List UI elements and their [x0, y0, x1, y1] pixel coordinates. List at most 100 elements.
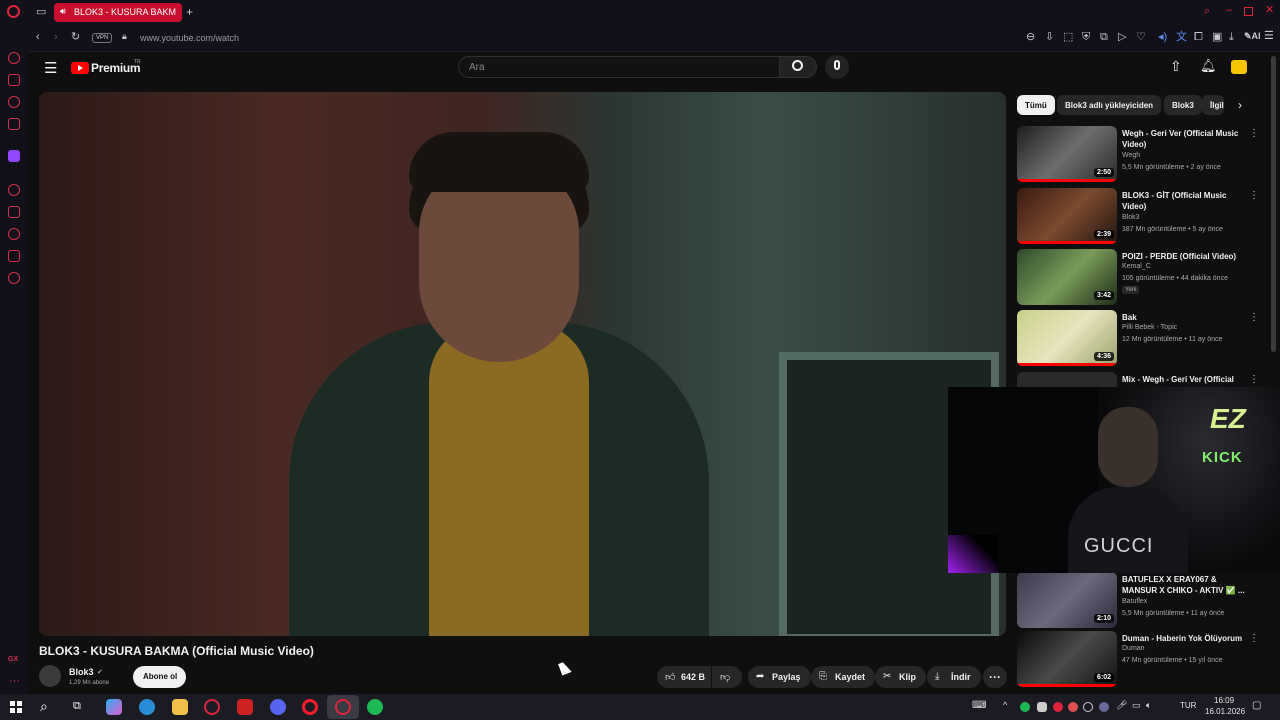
volume-icon[interactable]: 🔈︎ [1146, 700, 1151, 711]
heart-icon[interactable]: ♡ [1136, 32, 1146, 43]
tray-discord-icon[interactable] [1037, 702, 1047, 712]
file-explorer-icon[interactable] [172, 699, 188, 715]
rec-menu-icon[interactable]: ⋮ [1249, 128, 1259, 139]
save-button[interactable]: ⎘ Kaydet [811, 666, 876, 688]
rec-item[interactable]: 3:42 POIZI - PERDE (Official Video) Kema… [1017, 249, 1267, 307]
opera-gx-icon[interactable] [204, 699, 220, 715]
snapshot-icon[interactable]: ⬚ [1063, 32, 1073, 43]
play-icon[interactable]: ▷ [1118, 32, 1126, 43]
bookmark-icon[interactable]: ⧉ [1100, 32, 1108, 43]
speaker-icon[interactable]: 🔊︎ [60, 6, 66, 17]
history-icon[interactable] [8, 228, 20, 240]
aria-icon[interactable] [8, 52, 20, 64]
clip-button[interactable]: ✂ Klip [875, 666, 926, 688]
opera-gx-active-app[interactable] [327, 695, 359, 719]
rec-item[interactable]: 4:36 Bak Pilli Bebek - Topic 12 Mn görün… [1017, 310, 1267, 368]
rec-item[interactable]: 2:50 Wegh - Geri Ver (Official Music Vid… [1017, 126, 1267, 184]
rec-item[interactable]: 2:10 BATUFLEX X ERAY067 & MANSUR X CHIKO… [1017, 572, 1267, 630]
clock-time[interactable]: 16:09 [1214, 696, 1234, 705]
pin-icon[interactable]: ⇩ [1045, 32, 1054, 43]
new-tab-button[interactable]: + [186, 5, 193, 19]
maximize-icon[interactable] [1244, 7, 1253, 16]
vpn-badge[interactable]: VPN [92, 33, 113, 43]
tray-app-icon[interactable] [1083, 702, 1093, 712]
tray-chevron-icon[interactable]: ^ [1003, 700, 1007, 710]
rec-menu-icon[interactable]: ⋮ [1249, 190, 1259, 201]
extensions-puzzle-icon[interactable]: ⧠ [1194, 32, 1203, 43]
rec-menu-icon[interactable]: ⋮ [1249, 374, 1259, 385]
tab-active[interactable]: 🔊︎ BLOK3 - KUSURA BAKM [54, 3, 182, 22]
more-actions-button[interactable]: ··· [983, 666, 1007, 688]
voicemeeter-icon[interactable] [237, 699, 253, 715]
hamburger-icon[interactable]: ☰ [44, 59, 57, 77]
spotify-icon[interactable] [367, 699, 383, 715]
network-icon[interactable]: ▭ [1132, 700, 1141, 711]
keyboard-icon[interactable]: ⌨ [972, 700, 986, 711]
tray-app-icon[interactable] [1099, 702, 1109, 712]
menu-icon[interactable]: ☰ [1264, 31, 1274, 42]
search-button[interactable] [779, 56, 817, 78]
extensions-icon[interactable] [8, 250, 20, 262]
wallet-icon[interactable]: ▣ [1212, 32, 1222, 43]
copilot-icon[interactable] [106, 699, 122, 715]
mic-tray-icon[interactable]: 🎤︎ [1116, 700, 1127, 711]
twitch-icon[interactable] [8, 150, 20, 162]
bell-icon[interactable]: 🔔︎ [1200, 58, 1217, 74]
clock-date[interactable]: 16.01.2026 [1205, 707, 1245, 716]
messenger-icon[interactable] [8, 96, 20, 108]
chip-related[interactable]: İlgili [1202, 95, 1224, 115]
shield-icon[interactable]: ⛨ [1082, 32, 1090, 43]
scrollbar[interactable] [1271, 56, 1276, 352]
chip-all[interactable]: Tümü [1017, 95, 1055, 115]
chip-blok3[interactable]: Blok3 [1164, 95, 1202, 115]
rec-menu-icon[interactable]: ⋮ [1249, 633, 1259, 644]
avatar[interactable] [1231, 60, 1247, 74]
tray-app-icon[interactable] [1068, 702, 1078, 712]
translate-icon[interactable]: 文 [1176, 32, 1187, 43]
task-view-icon[interactable]: ⧉ [73, 700, 81, 713]
tray-spotify-icon[interactable] [1020, 702, 1030, 712]
download-button[interactable]: ⤓ İndir [927, 666, 981, 688]
url-field[interactable]: www.youtube.com/watch [140, 33, 239, 43]
voice-search-button[interactable] [825, 55, 849, 79]
tray-app-icon[interactable] [1053, 702, 1063, 712]
settings-icon[interactable] [8, 272, 20, 284]
rec-item[interactable]: 2:39 BLOK3 - GİT (Official Music Video) … [1017, 188, 1267, 246]
forward-icon[interactable]: › [54, 32, 58, 43]
gmail-icon[interactable] [8, 118, 20, 130]
search-tabs-icon[interactable]: ⌕ [1204, 6, 1210, 17]
dislike-button[interactable]: 👎︎ [712, 666, 742, 688]
channel-avatar[interactable] [39, 665, 61, 687]
search-input[interactable]: Ara [458, 56, 780, 78]
more-icon[interactable]: ··· [9, 676, 20, 687]
notification-icon[interactable]: ▢ [1252, 700, 1261, 711]
chevron-right-icon[interactable]: › [1238, 98, 1242, 112]
opera-icon[interactable] [302, 699, 318, 715]
language-indicator[interactable]: TUR [1180, 701, 1196, 710]
gx-icon[interactable]: GX [8, 656, 18, 663]
back-icon[interactable]: ‹ [36, 32, 40, 43]
minimize-icon[interactable]: – [1226, 5, 1232, 16]
channel-name[interactable]: Blok3 [69, 667, 94, 677]
crypto-wallet-icon[interactable] [8, 74, 20, 86]
audio-icon[interactable]: ◂) [1158, 32, 1167, 43]
subscribe-button[interactable]: Abone ol [133, 666, 186, 688]
rec-item[interactable]: 6:02 Duman - Haberin Yok Ölüyorum Duman … [1017, 631, 1267, 689]
zoom-icon[interactable]: ⊖ [1026, 32, 1035, 43]
share-button[interactable]: ➦ Paylaş [748, 666, 811, 688]
search-taskbar-icon[interactable]: ⌕ [40, 698, 48, 715]
upload-icon[interactable]: ⇧ [1170, 58, 1182, 75]
player-icon[interactable] [8, 184, 20, 196]
discord-icon[interactable] [270, 699, 286, 715]
opera-logo-icon[interactable] [7, 5, 20, 18]
download-icon[interactable]: ⤓ [1229, 32, 1234, 43]
tab-overview-icon[interactable]: ▭ [36, 7, 46, 18]
bookmarks-icon[interactable] [8, 206, 20, 218]
rec-menu-icon[interactable]: ⋮ [1249, 312, 1259, 323]
edge-icon[interactable] [139, 699, 155, 715]
ai-icon[interactable]: ✎AI [1244, 32, 1261, 41]
video-player[interactable] [39, 92, 1006, 636]
start-icon[interactable] [10, 701, 22, 713]
reload-icon[interactable]: ↻ [71, 32, 80, 43]
like-button[interactable]: 👍︎ 642 B [657, 666, 711, 688]
